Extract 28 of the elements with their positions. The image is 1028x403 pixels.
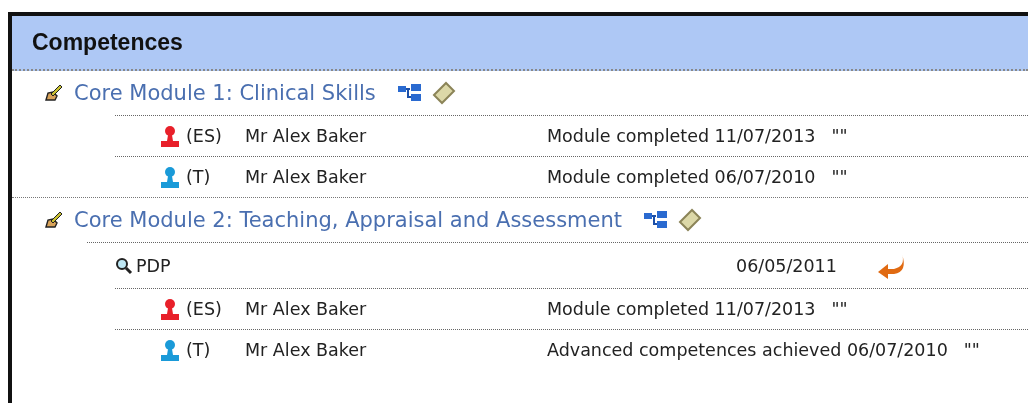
status-text: Module completed 06/07/2010 [547,167,816,187]
panel-title: Competences [32,29,183,56]
role-label: (ES) [186,299,223,319]
hierarchy-icon[interactable] [644,211,668,229]
role-label: (ES) [186,126,223,146]
search-icon[interactable] [115,256,133,275]
comment-mark: "" [831,299,848,319]
assessor-name: Mr Alex Baker [245,167,368,187]
document-date: 06/05/2011 [736,255,838,276]
assessor-name: Mr Alex Baker [245,126,368,146]
role-label: (T) [186,167,212,187]
hierarchy-icon[interactable] [397,84,422,102]
status-text: Module completed 11/07/2013 [547,126,816,146]
writing-hand-icon [44,83,64,103]
assessor-name: Mr Alex Baker [245,340,368,360]
comment-mark: "" [963,340,980,360]
role-label: (T) [186,340,212,360]
status-text: Advanced competences achieved 06/07/2010 [547,340,948,360]
comment-mark: "" [831,126,848,146]
status-text: Module completed 11/07/2013 [547,299,816,319]
comment-mark: "" [831,167,848,187]
module-link[interactable]: Core Module 1: Clinical Skills [74,81,376,105]
document-name: PDP [136,255,172,276]
ticket-icon[interactable] [431,81,456,105]
assessor-name: Mr Alex Baker [245,299,368,319]
module-link[interactable]: Core Module 2: Teaching, Appraisal and Assessment [74,208,622,232]
writing-hand-icon [44,210,64,230]
ticket-icon[interactable] [678,208,702,232]
